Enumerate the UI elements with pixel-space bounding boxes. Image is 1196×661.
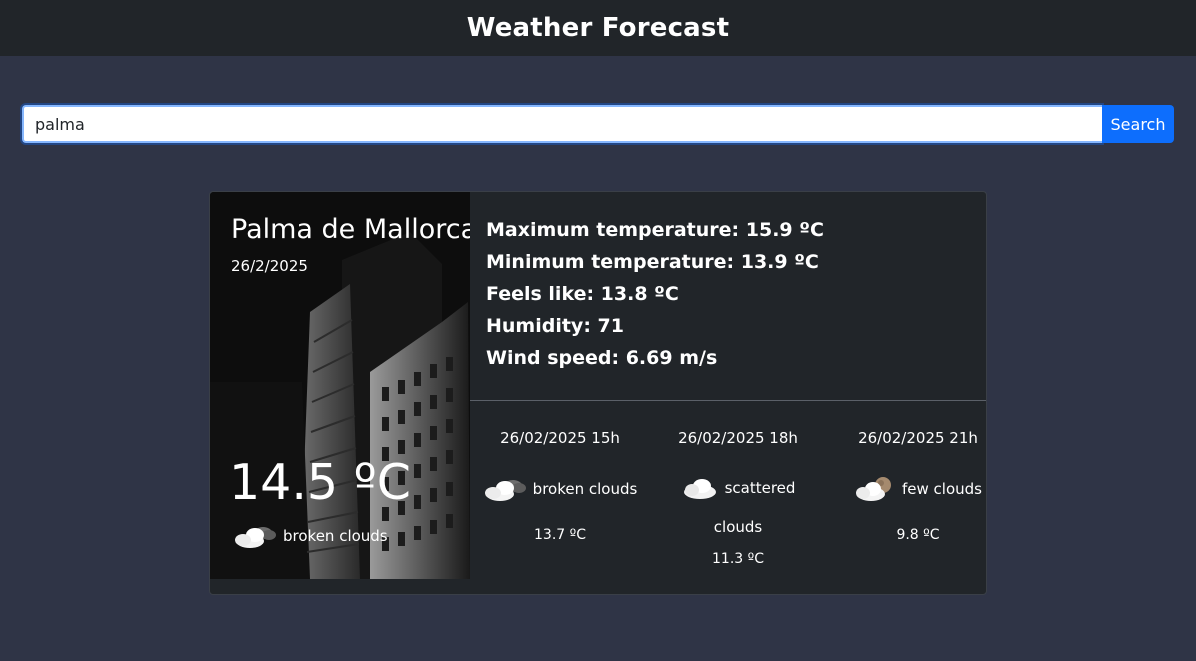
scattered-clouds-icon	[683, 479, 716, 499]
current-date: 26/2/2025	[231, 257, 308, 275]
forecast-time: 26/02/2025 15h	[500, 429, 620, 447]
humidity: Humidity: 71	[486, 315, 624, 337]
forecast-item: 26/02/2025 15h broken clouds 13.7 ºC	[470, 401, 650, 591]
wind-speed: Wind speed: 6.69 m/s	[486, 347, 718, 369]
broken-clouds-icon	[235, 527, 276, 548]
max-temperature: Maximum temperature: 15.9 ºC	[486, 219, 824, 241]
forecast-time: 26/02/2025 18h	[678, 429, 798, 447]
few-clouds-night-icon	[856, 477, 891, 501]
forecast-item: 26/02/2025 21h few clouds 9.8 ºC	[828, 401, 1008, 591]
broken-clouds-icon	[484, 480, 526, 501]
forecast-temperature: 9.8 ºC	[896, 527, 940, 543]
forecast-list: 26/02/2025 15h broken clouds 13.7 ºC 26/…	[470, 401, 986, 591]
feels-like: Feels like: 13.8 ºC	[486, 283, 679, 305]
forecast-time: 26/02/2025 21h	[858, 429, 978, 447]
forecast-condition: broken clouds	[470, 475, 650, 503]
search-button[interactable]: Search	[1102, 105, 1174, 143]
forecast-condition: few clouds	[828, 475, 1008, 503]
city-background-image	[210, 192, 470, 579]
forecast-description-continued: clouds	[713, 518, 763, 536]
weather-details: Maximum temperature: 15.9 ºC Minimum tem…	[486, 216, 966, 376]
forecast-description: scattered	[724, 479, 796, 497]
current-temperature: 14.5 ºC	[229, 454, 411, 511]
current-condition: broken clouds	[233, 522, 388, 550]
forecast-temperature: 13.7 ºC	[534, 527, 586, 543]
forecast-condition: scattered	[648, 475, 828, 501]
forecast-temperature: 11.3 ºC	[712, 551, 764, 567]
min-temperature: Minimum temperature: 13.9 ºC	[486, 251, 819, 273]
current-description: broken clouds	[283, 527, 388, 545]
current-weather-panel: Palma de Mallorca 26/2/2025 14.5 ºC brok…	[210, 192, 470, 579]
search-bar: Search	[22, 105, 1174, 143]
search-input[interactable]	[22, 105, 1102, 143]
page-title: Weather Forecast	[466, 13, 730, 43]
top-bar: Weather Forecast	[0, 0, 1196, 56]
forecast-description: few clouds	[902, 480, 982, 498]
forecast-description: broken clouds	[532, 480, 638, 498]
forecast-item: 26/02/2025 18h scattered clouds 11.3 ºC	[648, 401, 828, 591]
weather-card: Palma de Mallorca 26/2/2025 14.5 ºC brok…	[209, 191, 987, 595]
city-name: Palma de Mallorca	[231, 214, 470, 245]
